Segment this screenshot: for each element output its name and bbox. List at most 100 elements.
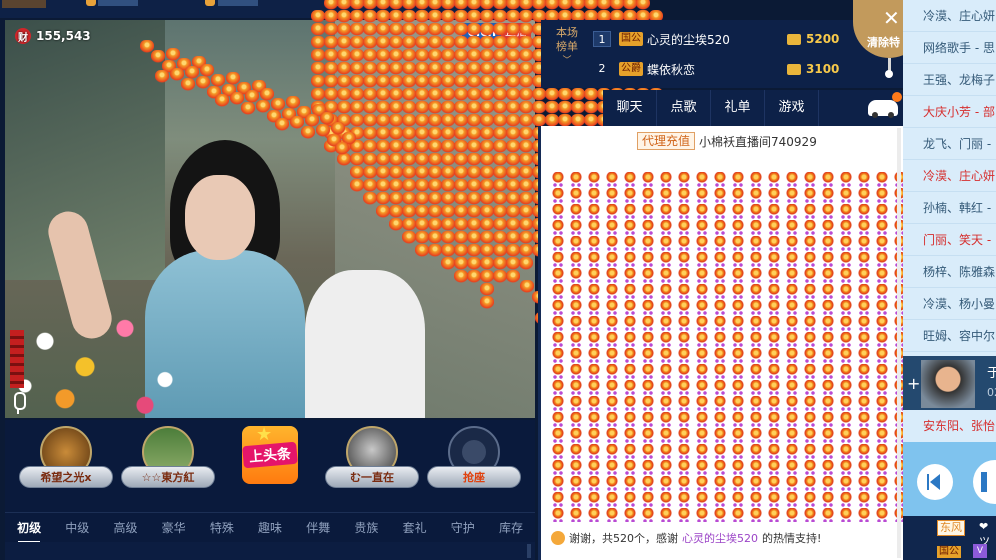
volume-meter (10, 330, 24, 388)
playlist-item[interactable]: 冷漠、庄心妍 (903, 160, 996, 192)
chat-message: 代理充值 小棉袄直播间740929 (637, 132, 817, 150)
fortune-count: 155,543 (36, 29, 91, 43)
rank-number: 1 (593, 31, 611, 47)
vip-icon: V (973, 544, 987, 558)
fortune-icon: 财 (15, 28, 31, 44)
playlist-item[interactable]: 龙飞、门丽 - (903, 128, 996, 160)
gift-icon (551, 531, 565, 545)
live-video[interactable]: 财 155,543 6.cn 直播 (5, 20, 535, 418)
fortune-counter: 财 155,543 (15, 28, 91, 44)
gift-tab-luxury[interactable]: 豪华 (150, 513, 198, 543)
song-time: 02 (987, 386, 996, 399)
microphone-icon[interactable] (11, 392, 26, 414)
chat-tabs: 聊天 点歌 礼单 游戏 (603, 90, 903, 126)
room-name: 小棉袄直播间740929 (699, 134, 817, 149)
live-badge: 直播 (501, 23, 531, 41)
top-bar (98, 0, 138, 6)
seat-nameplate: ☆☆東方紅 (121, 466, 215, 488)
agent-recharge-tag[interactable]: 代理充值 (637, 132, 696, 150)
gift-sprite-icon (571, 0, 585, 11)
gift-tab-set[interactable]: 套礼 (391, 513, 439, 543)
gift-sprite-icon (636, 0, 650, 11)
gift-list-area[interactable] (5, 542, 535, 560)
tab-chat[interactable]: 聊天 (603, 90, 657, 126)
gift-sprite-icon (584, 0, 598, 11)
playlist-item[interactable]: 冷漠、杨小曼 (903, 288, 996, 320)
gift-sprite-icon (584, 101, 598, 115)
rank-user: 蝶依秋恋 (647, 62, 696, 77)
headline-label: 上头条 (242, 441, 298, 469)
gift-sprite-icon (623, 0, 637, 11)
playlist-item[interactable]: 孙楠、韩红 - (903, 192, 996, 224)
gift-tab-noble[interactable]: 贵族 (342, 513, 390, 543)
seat-name: ☆☆東方紅 (141, 471, 195, 484)
thanks-user[interactable]: 心灵的尘埃520 (682, 530, 758, 546)
playlist-item[interactable]: 大庆小芳 - 部 (903, 96, 996, 128)
coin-icon (787, 63, 801, 75)
pin-icon (885, 58, 893, 78)
thanks-prefix: 谢谢，共520个，感谢 (569, 532, 678, 545)
playlist-item[interactable]: 杨梓、陈雅森 (903, 256, 996, 288)
car-icon[interactable] (868, 92, 902, 118)
gift-tab-stock[interactable]: 库存 (487, 513, 535, 543)
rank-badge: 国公 (619, 32, 643, 46)
previous-track-button[interactable] (917, 464, 953, 500)
ranking-row[interactable]: 2 公爵 蝶依秋恋 3100 (593, 56, 893, 82)
playlist-item[interactable]: 王强、龙梅子 (903, 64, 996, 96)
gift-sprite-icon (571, 88, 585, 102)
rank-user: 心灵的尘埃520 (647, 32, 730, 47)
seat-name: む一直在 (350, 471, 394, 484)
notification-dot (892, 92, 902, 102)
player-controls (903, 442, 996, 516)
play-pause-button[interactable] (973, 460, 996, 504)
second-performer (305, 270, 425, 418)
tab-games[interactable]: 游戏 (765, 90, 819, 126)
ranking-toggle[interactable]: 本场 榜单 ﹀ (549, 26, 585, 68)
gift-sprite-icon (558, 88, 572, 102)
top-strip (0, 0, 540, 18)
headline-button[interactable]: ★ 上头条 (222, 424, 318, 506)
seat-2[interactable]: ☆☆東方紅 (120, 426, 216, 506)
top-badge-icon (205, 0, 215, 6)
seat-1[interactable]: 希望之光x (18, 426, 114, 506)
seat-4[interactable]: む一直在 (324, 426, 420, 506)
chat-panel[interactable]: 代理充值 小棉袄直播间740929 谢谢，共520个，感谢 心灵的尘埃520 的… (541, 126, 903, 560)
now-playing: + 于 02 (903, 356, 996, 410)
user-tag[interactable]: 东风 (937, 520, 965, 536)
user-badge: 国公 (937, 546, 961, 558)
current-song[interactable]: 安东阳、张怡 (903, 410, 996, 442)
chevron-down-icon: ﹀ (562, 56, 572, 66)
gift-tab-dance[interactable]: 伴舞 (294, 513, 342, 543)
singer-thumbnail (921, 360, 975, 408)
gift-tab-guard[interactable]: 守护 (439, 513, 487, 543)
gift-sprite-icon (558, 101, 572, 115)
gift-tab-special[interactable]: 特殊 (198, 513, 246, 543)
gift-tab-high[interactable]: 高级 (101, 513, 149, 543)
session-ranking: 本场 榜单 ﹀ 1 国公 心灵的尘埃520 5200 2 公爵 蝶依秋恋 310… (541, 20, 903, 88)
chat-scrollbar[interactable] (897, 128, 901, 558)
clear-effects-label: 清除特 (867, 36, 900, 49)
top-bar (218, 0, 258, 6)
tab-gift-list[interactable]: 礼单 (711, 90, 765, 126)
brand-text: 6.cn (462, 23, 501, 41)
seat-nameplate: む一直在 (325, 466, 419, 488)
ranking-row[interactable]: 1 国公 心灵的尘埃520 5200 (593, 26, 893, 52)
crown-icon: ★ (256, 424, 273, 445)
playlist-item[interactable]: 网络歌手 - 思 (903, 32, 996, 64)
gift-tab-basic[interactable]: 初级 (5, 513, 53, 543)
playlist-item[interactable]: 门丽、笑天 - (903, 224, 996, 256)
gift-sprite-icon (558, 0, 572, 11)
tab-song-request[interactable]: 点歌 (657, 90, 711, 126)
playlist-item[interactable]: 旺姆、容中尔 (903, 320, 996, 352)
gift-sprite-icon (610, 0, 624, 11)
gift-tab-fun[interactable]: 趣味 (246, 513, 294, 543)
gift-tab-mid[interactable]: 中级 (53, 513, 101, 543)
grab-seat-label: 抢座 (463, 471, 485, 484)
gift-pattern (551, 172, 903, 522)
add-icon[interactable]: + (907, 374, 920, 393)
top-thumbnail[interactable] (2, 0, 46, 8)
grab-seat-button[interactable]: 抢座 (426, 426, 522, 506)
rank-amount: 5200 (806, 32, 840, 46)
seat-row: 希望之光x ☆☆東方紅 ★ 上头条 む一直在 抢座 (5, 420, 535, 512)
playlist-item[interactable]: 冷漠、庄心妍 (903, 0, 996, 32)
